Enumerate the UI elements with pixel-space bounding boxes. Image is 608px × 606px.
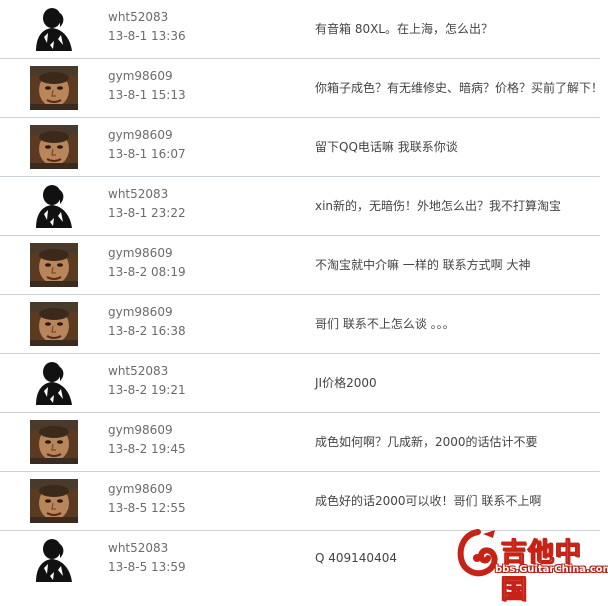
post-timestamp: 13-8-2 19:21: [108, 383, 186, 397]
post-message: 成色好的话2000可以收！哥们 联系不上啊: [315, 494, 542, 508]
post-timestamp: 13-8-5 13:59: [108, 560, 186, 574]
post-message: xin新的，无暗伤！外地怎么出？我不打算淘宝: [315, 199, 562, 213]
post-row: gym98609 13-8-2 16:38 哥们 联系不上怎么谈 。。。: [0, 295, 600, 354]
post-row: wht52083 13-8-1 13:36 有音箱 80XL。在上海，怎么出？: [0, 0, 600, 59]
avatar-face-icon[interactable]: [30, 125, 78, 169]
post-timestamp: 13-8-2 19:45: [108, 442, 186, 456]
post-username[interactable]: wht52083: [108, 10, 168, 24]
avatar-face-icon[interactable]: [30, 420, 78, 464]
post-row: wht52083 13-8-2 19:21 JI价格2000: [0, 354, 600, 413]
post-row: gym98609 13-8-5 12:55 成色好的话2000可以收！哥们 联系不上…: [0, 472, 600, 531]
post-row: gym98609 13-8-2 19:45 成色如何啊？几成新，2000的话估计不要: [0, 413, 600, 472]
post-username[interactable]: gym98609: [108, 128, 173, 142]
watermark-logo: 吉他中国 bbs.GuitarChina.com: [455, 528, 608, 606]
post-username[interactable]: wht52083: [108, 541, 168, 555]
post-username[interactable]: gym98609: [108, 69, 173, 83]
post-username[interactable]: gym98609: [108, 246, 173, 260]
post-timestamp: 13-8-1 15:13: [108, 88, 186, 102]
post-message: 哥们 联系不上怎么谈 。。。: [315, 317, 455, 331]
post-message: Q 409140404: [315, 551, 397, 565]
watermark-url: bbs.GuitarChina.com: [495, 564, 608, 575]
post-row: gym98609 13-8-1 15:13 你箱子成色？有无维修史、暗病？价格？买前…: [0, 59, 604, 118]
post-username[interactable]: wht52083: [108, 187, 168, 201]
post-message: 你箱子成色？有无维修史、暗病？价格？买前了解下！: [315, 81, 604, 95]
avatar-silhouette-icon[interactable]: [30, 184, 78, 228]
post-row: gym98609 13-8-1 16:07 留下QQ电话嘛 我联系你谈: [0, 118, 600, 177]
avatar-face-icon[interactable]: [30, 243, 78, 287]
avatar-face-icon[interactable]: [30, 302, 78, 346]
post-timestamp: 13-8-1 16:07: [108, 147, 186, 161]
post-timestamp: 13-8-2 08:19: [108, 265, 186, 279]
post-username[interactable]: gym98609: [108, 305, 173, 319]
post-timestamp: 13-8-1 23:22: [108, 206, 186, 220]
avatar-face-icon[interactable]: [30, 66, 78, 110]
post-message: 成色如何啊？几成新，2000的话估计不要: [315, 435, 538, 449]
avatar-silhouette-icon[interactable]: [30, 361, 78, 405]
post-row: wht52083 13-8-1 23:22 xin新的，无暗伤！外地怎么出？我不打算…: [0, 177, 600, 236]
post-row: gym98609 13-8-2 08:19 不淘宝就中介嘛 一样的 联系方式啊 大神: [0, 236, 600, 295]
post-username[interactable]: wht52083: [108, 364, 168, 378]
post-username[interactable]: gym98609: [108, 482, 173, 496]
post-message: 有音箱 80XL。在上海，怎么出？: [315, 22, 493, 36]
post-list: wht52083 13-8-1 13:36 有音箱 80XL。在上海，怎么出？ gy…: [0, 0, 604, 589]
post-timestamp: 13-8-5 12:55: [108, 501, 186, 515]
avatar-silhouette-icon[interactable]: [30, 538, 78, 582]
post-message: 不淘宝就中介嘛 一样的 联系方式啊 大神: [315, 258, 531, 272]
post-timestamp: 13-8-2 16:38: [108, 324, 186, 338]
post-message: 留下QQ电话嘛 我联系你谈: [315, 140, 458, 154]
post-timestamp: 13-8-1 13:36: [108, 29, 186, 43]
avatar-face-icon[interactable]: [30, 479, 78, 523]
avatar-silhouette-icon[interactable]: [30, 7, 78, 51]
post-message: JI价格2000: [315, 376, 377, 390]
post-username[interactable]: gym98609: [108, 423, 173, 437]
